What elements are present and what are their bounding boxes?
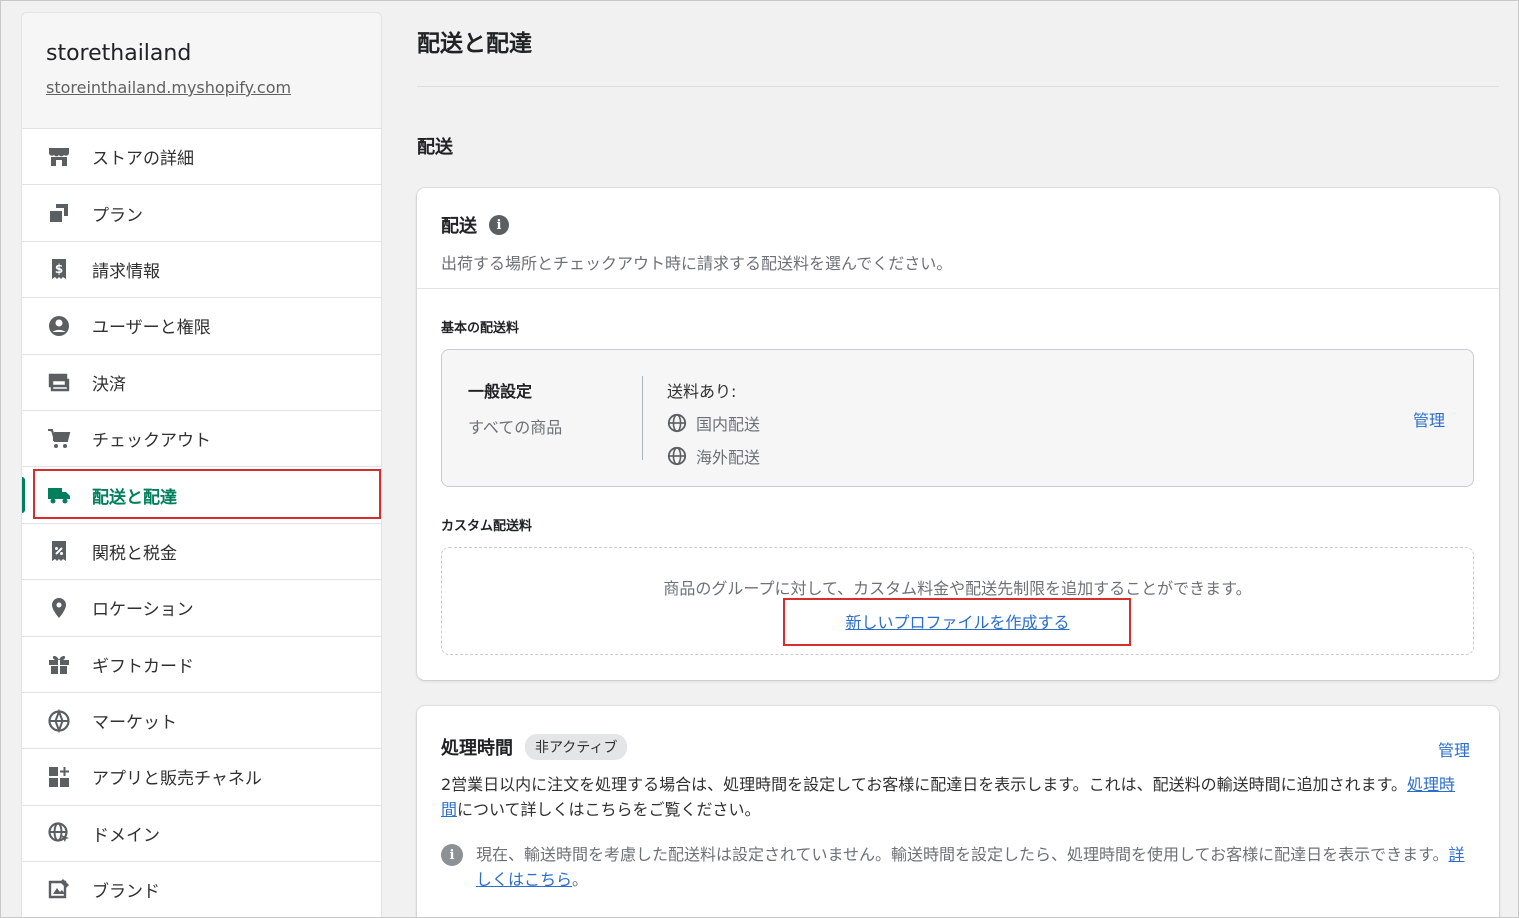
billing-icon: $ <box>46 256 72 282</box>
settings-nav: ストアの詳細 プラン $ 請求情報ユーザーと権限 決済チェックアウト 配送と配達関税と税金… <box>22 129 381 918</box>
globe-icon <box>46 708 72 734</box>
sidebar-item-label: ロケーション <box>92 600 194 621</box>
sidebar-item[interactable]: $ 請求情報 <box>22 242 381 299</box>
processing-title: 処理時間 <box>441 738 513 759</box>
processing-description: 2営業日以内に注文を処理する場合は、処理時間を設定してお客様に配達日を表示します… <box>441 772 1471 822</box>
info-icon[interactable]: i <box>489 215 509 235</box>
shipping-card-description: 出荷する場所とチェックアウト時に請求する配送料を選んでください。 <box>441 254 953 273</box>
active-indicator <box>22 477 25 514</box>
sidebar-item-label: 決済 <box>92 374 126 395</box>
info-icon: i <box>441 844 463 866</box>
shipping-card: 配送 i 出荷する場所とチェックアウト時に請求する配送料を選んでください。 基本… <box>417 188 1499 680</box>
gift-icon <box>46 651 72 677</box>
sidebar-item[interactable]: ロケーション <box>22 580 381 637</box>
sidebar-item-label: チェックアウト <box>92 431 211 452</box>
sidebar-item[interactable]: 決済 <box>22 355 381 411</box>
settings-sidebar: storethailand storeinthailand.myshopify.… <box>21 12 382 918</box>
sidebar-item-label: アプリと販売チャネル <box>92 769 262 790</box>
store-header: storethailand storeinthailand.myshopify.… <box>22 13 381 129</box>
cart-icon <box>46 426 72 452</box>
manage-profile-link[interactable]: 管理 <box>1413 407 1445 431</box>
user-icon <box>46 313 72 339</box>
globe-icon <box>667 446 687 466</box>
sidebar-item-label: ブランド <box>92 882 160 903</box>
store-name: storethailand <box>46 41 192 66</box>
sidebar-item[interactable]: アプリと販売チャネル <box>22 749 381 806</box>
zone-label: 国内配送 <box>696 415 761 434</box>
sidebar-item-label: 関税と税金 <box>92 543 177 564</box>
sidebar-item-label: 配送と配達 <box>92 487 177 508</box>
sidebar-item-label: 請求情報 <box>92 261 160 282</box>
sidebar-item-label: プラン <box>92 205 143 226</box>
store-url-link[interactable]: storeinthailand.myshopify.com <box>46 78 291 97</box>
svg-text:$: $ <box>55 262 63 276</box>
title-divider <box>417 86 1499 87</box>
page-title: 配送と配達 <box>417 31 532 57</box>
profile-name: 一般設定 <box>468 382 533 401</box>
payment-icon <box>46 369 72 395</box>
sidebar-item[interactable]: マーケット <box>22 693 381 750</box>
processing-text: 2営業日以内に注文を処理する場合は、処理時間を設定してお客様に配達日を表示します… <box>441 775 1408 794</box>
plan-icon <box>46 200 72 226</box>
apps-icon <box>46 764 72 790</box>
processing-time-card: 処理時間 非アクティブ 管理 2営業日以内に注文を処理する場合は、処理時間を設定… <box>417 706 1499 918</box>
profile-subtitle: すべての商品 <box>468 418 563 437</box>
sidebar-item-label: ギフトカード <box>92 656 194 677</box>
sidebar-item-label: ユーザーと権限 <box>92 318 211 339</box>
zone-label: 海外配送 <box>696 448 761 467</box>
sidebar-item[interactable]: ブランド <box>22 862 381 918</box>
store-icon <box>46 144 72 170</box>
sidebar-item[interactable]: ストアの詳細 <box>22 129 381 186</box>
zone-item: 海外配送 <box>667 444 760 468</box>
processing-note: i 現在、輸送時間を考慮した配送料は設定されていません。輸送時間を設定したら、処… <box>441 842 1471 892</box>
sidebar-item[interactable]: 関税と税金 <box>22 524 381 581</box>
general-rates-label: 基本の配送料 <box>441 321 520 336</box>
rates-label: 送料あり: <box>667 382 737 401</box>
sidebar-item-label: ストアの詳細 <box>92 149 194 170</box>
domain-icon <box>46 820 72 846</box>
sidebar-item[interactable]: ユーザーと権限 <box>22 298 381 355</box>
brand-icon <box>46 877 72 903</box>
custom-rates-description: 商品のグループに対して、カスタム料金や配送先制限を追加することができます。 <box>663 579 1252 598</box>
shipping-card-title: 配送 <box>441 216 477 237</box>
note-end: 。 <box>572 870 589 889</box>
sidebar-item[interactable]: プラン <box>22 185 381 242</box>
sidebar-item[interactable]: 配送と配達 <box>22 467 381 524</box>
processing-text-end: について詳しくはこちらをご覧ください。 <box>457 800 761 819</box>
manage-processing-link[interactable]: 管理 <box>1438 737 1470 761</box>
globe-icon <box>667 413 687 433</box>
custom-rates-label: カスタム配送料 <box>441 519 533 534</box>
profile-divider <box>642 376 643 460</box>
create-profile-link[interactable]: 新しいプロファイルを作成する <box>845 609 1069 633</box>
location-icon <box>46 595 72 621</box>
truck-icon <box>46 482 72 508</box>
section-title: 配送 <box>417 137 453 158</box>
sidebar-item-label: マーケット <box>92 713 177 734</box>
sidebar-item[interactable]: ギフトカード <box>22 637 381 693</box>
sidebar-item-label: ドメイン <box>92 825 160 846</box>
sidebar-item[interactable]: チェックアウト <box>22 411 381 468</box>
status-badge: 非アクティブ <box>525 734 628 760</box>
custom-rates-box: 商品のグループに対して、カスタム料金や配送先制限を追加することができます。 新し… <box>441 547 1474 655</box>
general-profile-box: 一般設定 すべての商品 送料あり: 国内配送 海外配送 管理 <box>441 349 1474 487</box>
note-text: 現在、輸送時間を考慮した配送料は設定されていません。輸送時間を設定したら、処理時… <box>476 845 1449 864</box>
shipping-card-header: 配送 i 出荷する場所とチェックアウト時に請求する配送料を選んでください。 <box>417 188 1499 289</box>
zone-item: 国内配送 <box>667 411 760 435</box>
tax-icon <box>46 538 72 564</box>
sidebar-item[interactable]: ドメイン <box>22 806 381 863</box>
